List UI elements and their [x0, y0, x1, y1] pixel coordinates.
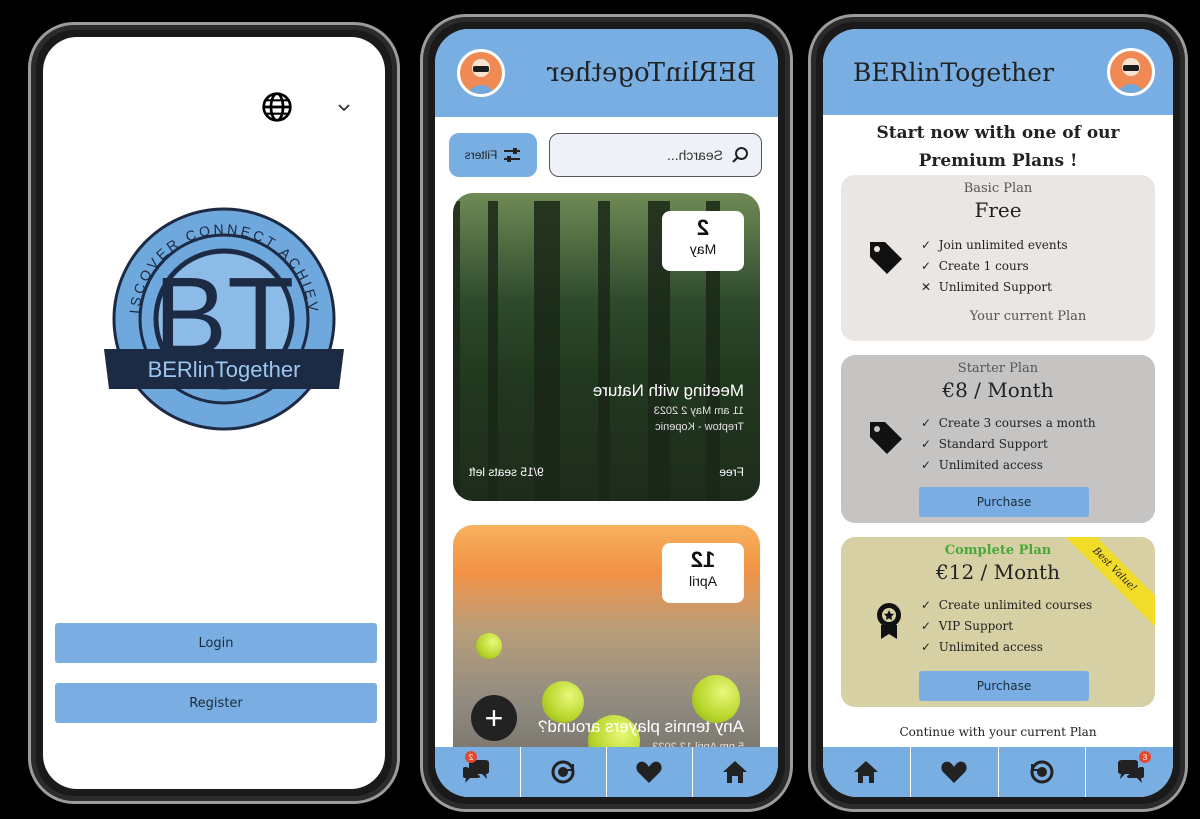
plan-card-complete: Best Value! Complete Plan €12 / Month ✓ … — [841, 537, 1155, 707]
phone-events: BERlinTogether Search... Filters 2 May M… — [420, 14, 793, 812]
phone-welcome: DISCOVER CONNECT ACHIEVE BT BERlinTogeth… — [28, 22, 400, 804]
search-bar-row: Search... Filters — [449, 133, 762, 177]
event-title: Meeting with Nature — [592, 381, 744, 400]
app-header: BERlinTogether — [435, 29, 778, 117]
heart-icon — [636, 761, 663, 783]
welcome-screen: DISCOVER CONNECT ACHIEVE BT BERlinTogeth… — [43, 37, 385, 789]
price-tag-icon — [870, 242, 902, 274]
nav-messages[interactable]: 3 — [1085, 747, 1173, 797]
event-card[interactable]: 2 May Meeting with Nature 11 am May 2 20… — [453, 193, 760, 501]
events-screen: BERlinTogether Search... Filters 2 May M… — [435, 29, 778, 797]
nav-history[interactable] — [521, 747, 607, 797]
chat-icon — [463, 760, 490, 783]
chat-icon — [1117, 760, 1144, 783]
plan-name: Starter Plan — [957, 361, 1039, 376]
feature-item: ✓ Unlimited access — [921, 458, 1043, 472]
chevron-down-icon[interactable] — [337, 102, 351, 112]
nav-badge: 2 — [465, 751, 477, 763]
nav-messages[interactable]: 2 — [435, 747, 521, 797]
user-avatar-icon — [1116, 58, 1146, 93]
filters-label: Filters — [464, 148, 498, 162]
feature-item: ✓ Create 1 cours — [921, 259, 1029, 273]
home-icon — [723, 761, 748, 783]
plans-screen: BERlinTogether Start now with one of our… — [823, 29, 1173, 797]
app-title: BERlinTogether — [853, 57, 1055, 87]
award-badge-icon — [877, 603, 901, 639]
plan-price: Free — [974, 198, 1022, 222]
feature-item: ✕ Unlimited Support — [921, 280, 1052, 294]
event-month: May — [689, 241, 717, 257]
feature-item: ✓ Create 3 courses a month — [921, 416, 1096, 430]
event-date-badge: 12 April — [662, 543, 744, 603]
feature-item: ✓ Create unlimited courses — [921, 598, 1093, 612]
phone-plans: BERlinTogether Start now with one of our… — [808, 14, 1188, 812]
event-time: 11 am May 2 2023 — [653, 405, 744, 417]
nav-favorites[interactable] — [607, 747, 693, 797]
plan-price: €8 / Month — [942, 378, 1054, 402]
promo-heading: Start now with one of our Premium Plans … — [823, 119, 1173, 175]
plan-features: ✓ Create unlimited courses ✓ VIP Support… — [921, 595, 1092, 658]
continue-current-plan-link[interactable]: Continue with your current Plan — [823, 725, 1173, 739]
feature-item: ✓ Standard Support — [921, 437, 1048, 451]
search-input[interactable]: Search... — [549, 133, 762, 177]
feature-item: ✓ VIP Support — [921, 619, 1014, 633]
bottom-nav: 3 — [823, 747, 1173, 797]
plan-name: Basic Plan — [963, 181, 1033, 196]
nav-home[interactable] — [693, 747, 778, 797]
current-plan-label: Your current Plan — [969, 309, 1087, 324]
avatar[interactable] — [457, 49, 505, 97]
nav-history[interactable] — [997, 747, 1086, 797]
home-icon — [854, 761, 879, 783]
sliders-icon — [504, 148, 521, 162]
search-icon — [732, 147, 748, 163]
nav-home[interactable] — [823, 747, 910, 797]
promo-line-2: Premium Plans ! — [918, 151, 1078, 171]
heart-icon — [941, 761, 967, 783]
feature-item: ✓ Join unlimited events — [921, 238, 1068, 252]
plan-card-basic: Basic Plan Free ✓ Join unlimited events … — [841, 175, 1155, 341]
event-date-badge: 2 May — [662, 211, 744, 271]
event-seats: 9/15 seats left — [469, 465, 544, 479]
app-header: BERlinTogether — [823, 29, 1173, 115]
language-selector[interactable] — [261, 91, 351, 123]
promo-line-1: Start now with one of our — [876, 123, 1120, 143]
avatar[interactable] — [1107, 48, 1155, 96]
nav-badge: 3 — [1139, 751, 1151, 763]
event-info: Meeting with Nature 11 am May 2 2023 Tre… — [469, 381, 744, 433]
login-button[interactable]: Login — [55, 623, 377, 663]
event-card[interactable]: 12 April Any tennis players around? 5 pm… — [453, 525, 760, 785]
event-footer: Free 9/15 seats left — [469, 465, 744, 479]
event-day: 12 — [690, 547, 716, 572]
plan-features: ✓ Create 3 courses a month ✓ Standard Su… — [921, 413, 1096, 476]
logo-banner-text: BERlinTogether — [148, 357, 301, 382]
event-month: April — [689, 573, 718, 589]
user-avatar-icon — [466, 59, 496, 94]
event-location: Treptow - Kopenic — [655, 421, 744, 433]
price-tag-icon — [870, 422, 902, 454]
filters-button[interactable]: Filters — [449, 133, 537, 177]
plan-features: ✓ Join unlimited events ✓ Create 1 cours… — [921, 235, 1068, 298]
globe-icon — [262, 92, 292, 122]
event-day: 2 — [696, 215, 710, 240]
app-title: BERlinTogether — [546, 58, 756, 88]
purchase-button[interactable]: Purchase — [919, 487, 1089, 517]
nav-favorites[interactable] — [909, 747, 998, 797]
history-icon — [1030, 760, 1054, 784]
history-icon — [552, 760, 575, 784]
search-placeholder: Search... — [666, 147, 723, 163]
bottom-nav: 2 — [435, 747, 778, 797]
feature-item: ✓ Unlimited access — [921, 640, 1043, 654]
register-button[interactable]: Register — [55, 683, 377, 723]
add-event-button[interactable]: + — [471, 695, 517, 741]
mockup-stage: DISCOVER CONNECT ACHIEVE BT BERlinTogeth… — [0, 0, 1200, 819]
event-price: Free — [719, 465, 744, 479]
purchase-button[interactable]: Purchase — [919, 671, 1089, 701]
app-logo: DISCOVER CONNECT ACHIEVE BT BERlinTogeth… — [99, 199, 344, 431]
plan-card-starter: Starter Plan €8 / Month ✓ Create 3 cours… — [841, 355, 1155, 523]
events-mirrored-content: BERlinTogether Search... Filters 2 May M… — [435, 29, 778, 797]
